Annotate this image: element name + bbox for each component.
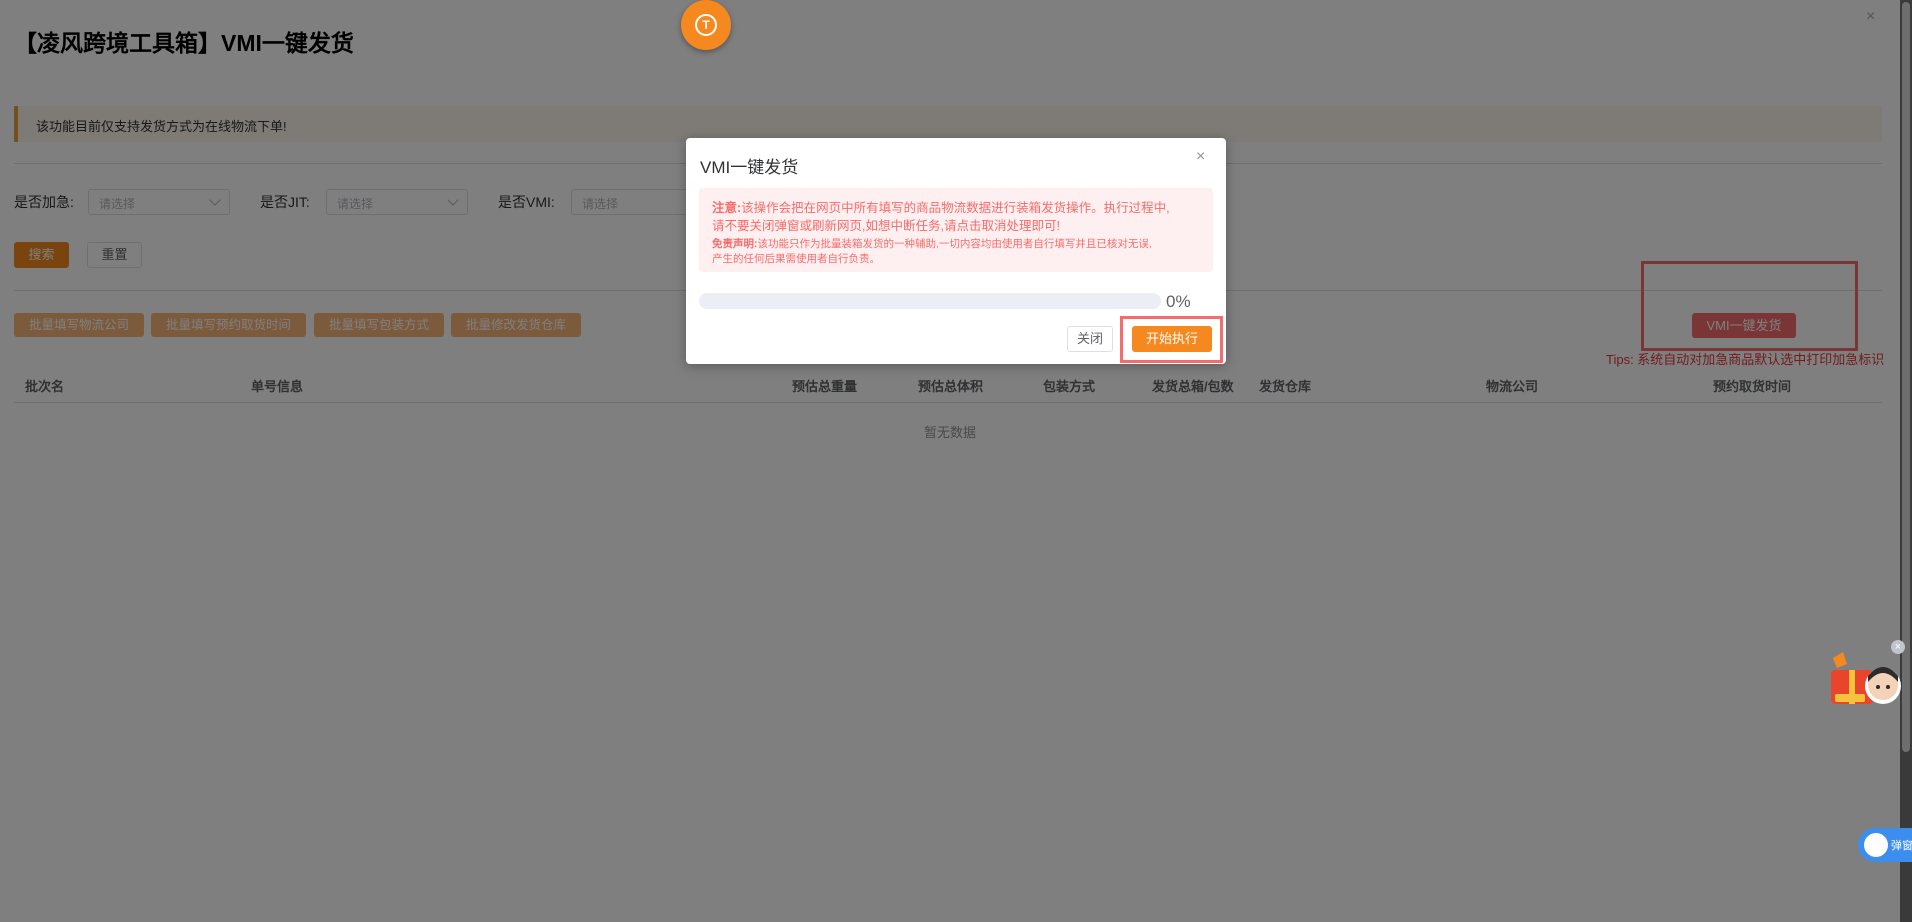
dialog-close-icon[interactable]: × (1196, 148, 1205, 166)
disclaimer-line-1: 免责声明:该功能只作为批量装箱发货的一种辅助,一切内容均由使用者自行填写并且已核… (712, 236, 1152, 251)
notice-line-1: 注意:该操作会把在网页中所有填写的商品物流数据进行装箱发货操作。执行过程中, (712, 197, 1170, 216)
scrollbar-thumb[interactable] (1902, 2, 1910, 752)
progress-percent-text: 0% (1166, 292, 1191, 311)
toolbox-float-button[interactable]: T (681, 0, 731, 50)
notice-line-2: 请不要关闭弹窗或刷新网页,如想中断任务,请点击取消处理即可! (712, 219, 1060, 233)
progress-bar (699, 293, 1161, 309)
popup-toggle-label: 弹窗 (1891, 840, 1912, 852)
notice-text-1: 该操作会把在网页中所有填写的商品物流数据进行装箱发货操作。执行过程中, (741, 201, 1170, 215)
vmi-ship-dialog: VMI一键发货 × 注意:该操作会把在网页中所有填写的商品物流数据进行装箱发货操… (686, 138, 1226, 364)
dialog-title: VMI一键发货 (700, 158, 799, 177)
dialog-notice: 注意:该操作会把在网页中所有填写的商品物流数据进行装箱发货操作。执行过程中, 请… (699, 188, 1213, 272)
disclaimer-line-2: 产生的任何后果需使用者自行负责。 (712, 253, 880, 265)
toggle-knob-icon (1864, 833, 1888, 857)
disclaimer-label: 免责声明: (712, 238, 758, 250)
disclaimer-text-1: 该功能只作为批量装箱发货的一种辅助,一切内容均由使用者自行填写并且已核对无误, (757, 238, 1152, 250)
gift-avatar-icon (1831, 652, 1901, 704)
toolbox-logo-icon: T (695, 14, 717, 36)
popup-toggle-widget[interactable]: 弹窗 (1858, 828, 1912, 862)
highlight-box (1120, 316, 1223, 363)
widget-close-icon[interactable]: × (1891, 640, 1905, 654)
customer-service-widget[interactable] (1825, 644, 1905, 714)
dialog-close-button[interactable]: 关闭 (1067, 326, 1113, 352)
notice-label: 注意: (712, 201, 742, 215)
